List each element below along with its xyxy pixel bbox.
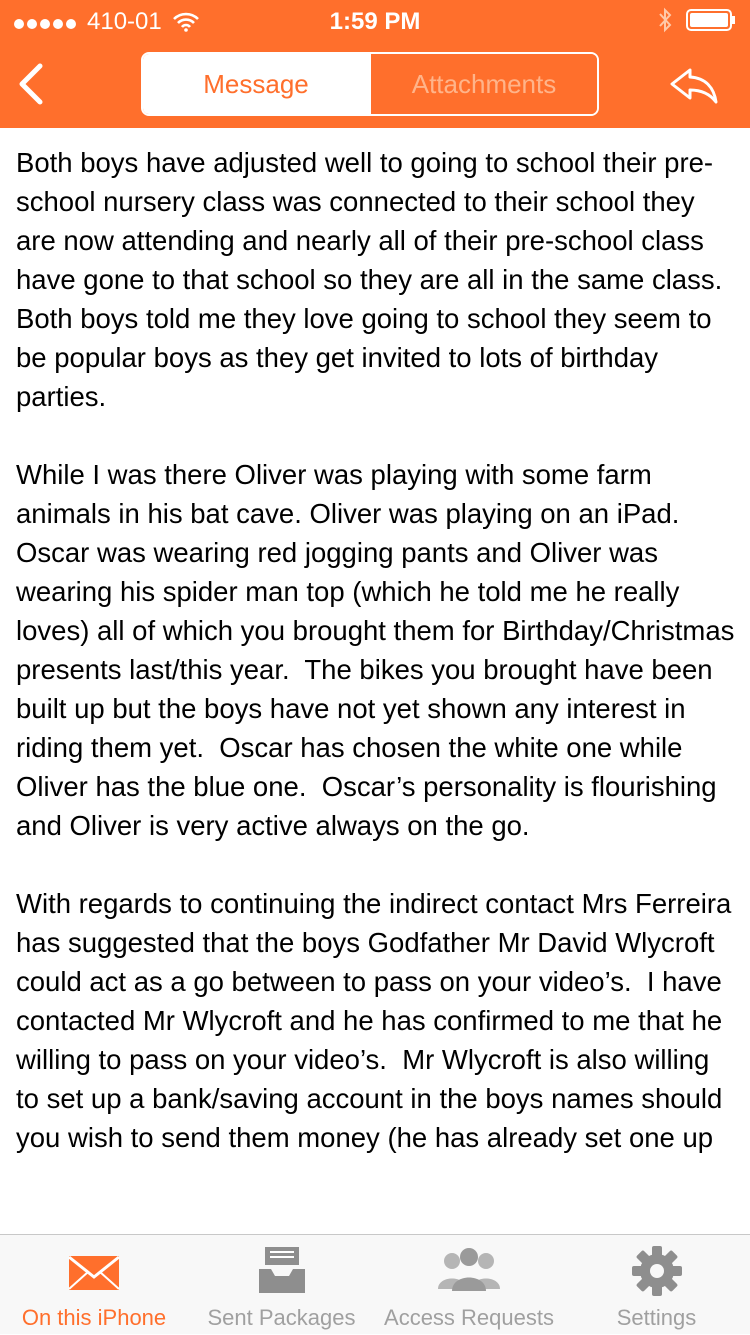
message-view-segmented-control: Message Attachments xyxy=(141,52,599,116)
back-button[interactable] xyxy=(10,52,50,112)
header-bar: 410-01 1:59 PM Message Attachments xyxy=(0,0,750,128)
tab-label: Sent Packages xyxy=(207,1305,356,1330)
battery-icon xyxy=(686,9,735,31)
tab-access-requests[interactable]: Access Requests xyxy=(375,1235,563,1335)
tab-label: Access Requests xyxy=(384,1305,554,1330)
people-group-icon xyxy=(438,1248,500,1291)
status-time: 1:59 PM xyxy=(329,8,421,35)
tab-sent-packages[interactable]: Sent Packages xyxy=(188,1235,375,1335)
message-body: Both boys have adjusted well to going to… xyxy=(16,143,736,1234)
segment-message[interactable]: Message xyxy=(143,54,369,114)
chevron-left-icon xyxy=(19,63,43,105)
tab-settings[interactable]: Settings xyxy=(563,1235,750,1335)
reply-icon xyxy=(670,68,718,104)
message-paragraph: With regards to continuing the indirect … xyxy=(16,888,732,1153)
status-bar: 410-01 1:59 PM xyxy=(0,0,750,40)
message-paragraph: Both boys have adjusted well to going to… xyxy=(16,147,723,412)
tab-bar: On this iPhone Sent Packages Access Requ… xyxy=(0,1234,750,1334)
tab-label: Settings xyxy=(616,1305,697,1330)
envelope-icon xyxy=(68,1255,120,1290)
segment-attachments[interactable]: Attachments xyxy=(369,54,597,114)
inbox-tray-icon xyxy=(258,1247,305,1293)
gear-icon xyxy=(631,1246,682,1296)
bluetooth-icon xyxy=(659,7,672,33)
tab-on-this-iphone[interactable]: On this iPhone xyxy=(0,1235,188,1335)
reply-button[interactable] xyxy=(668,64,720,104)
tab-label: On this iPhone xyxy=(21,1305,167,1330)
message-paragraph: While I was there Oliver was playing wit… xyxy=(16,459,735,841)
